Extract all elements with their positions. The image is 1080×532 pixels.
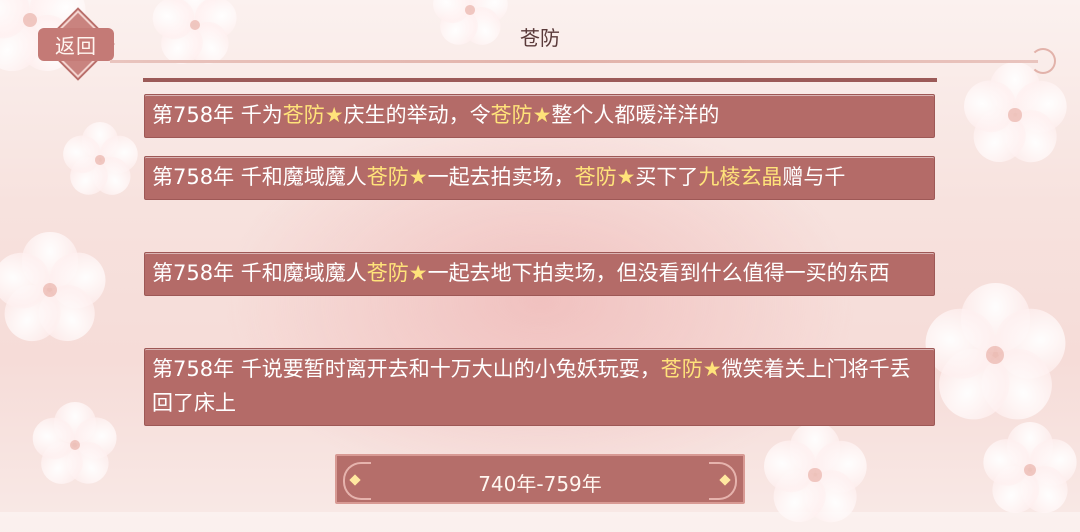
highlighted-name: 苍防 <box>574 165 617 189</box>
entry-text: 赠与千 <box>782 165 846 189</box>
entry-text: 第758年 千和魔域魔人 <box>152 261 367 285</box>
event-entry: 第758年 千和魔域魔人苍防★一起去地下拍卖场，但没看到什么值得一买的东西 <box>144 252 935 296</box>
star-icon: ★ <box>616 165 636 189</box>
highlighted-name: 苍防 <box>282 103 325 127</box>
entry-text: 第758年 千为 <box>152 103 283 127</box>
year-range-label[interactable]: 740年-759年 <box>337 468 743 497</box>
blossom-decoration <box>0 230 114 353</box>
star-icon: ★ <box>324 103 344 127</box>
entry-text: 一起去地下拍卖场，但没看到什么值得一买的东西 <box>427 261 890 285</box>
blossom-decoration <box>977 420 1080 523</box>
highlighted-name: 苍防 <box>366 261 409 285</box>
header-divider <box>110 60 1038 63</box>
list-top-border <box>143 78 937 82</box>
blossom-decoration <box>57 120 143 202</box>
blossom-decoration <box>27 400 123 492</box>
back-button[interactable]: 返回 <box>38 10 114 78</box>
swirl-ornament-icon <box>1030 48 1056 74</box>
star-icon: ★ <box>408 165 428 189</box>
star-icon: ★ <box>408 261 428 285</box>
page-title: 苍防 <box>520 26 560 50</box>
entry-text: 第758年 千说要暂时离开去和十万大山的小兔妖玩耍， <box>152 357 661 381</box>
back-button-label[interactable]: 返回 <box>38 28 114 61</box>
highlighted-name: 苍防 <box>660 357 703 381</box>
header-bar: 返回 苍防 <box>0 0 1080 80</box>
entry-text: 一起去拍卖场， <box>427 165 575 189</box>
star-icon: ★ <box>702 357 722 381</box>
highlighted-name: 苍防 <box>366 165 409 189</box>
event-log-list[interactable]: 第758年 千为苍防★庆生的举动，令苍防★整个人都暖洋洋的 第758年 千和魔域… <box>143 78 937 442</box>
event-entry: 第758年 千说要暂时离开去和十万大山的小兔妖玩耍，苍防★微笑着关上门将千丢回了… <box>144 348 935 426</box>
blossom-decoration <box>916 280 1074 434</box>
entry-text: 庆生的举动，令 <box>343 103 491 127</box>
event-entry: 第758年 千为苍防★庆生的举动，令苍防★整个人都暖洋洋的 <box>144 94 935 138</box>
entry-text: 买下了 <box>635 165 699 189</box>
star-icon: ★ <box>532 103 552 127</box>
entry-text: 第758年 千和魔域魔人 <box>152 165 367 189</box>
event-entry: 第758年 千和魔域魔人苍防★一起去拍卖场，苍防★买下了九棱玄晶赠与千 <box>144 156 935 200</box>
highlighted-name: 苍防 <box>490 103 533 127</box>
highlighted-name: 九棱玄晶 <box>698 165 783 189</box>
entry-text: 整个人都暖洋洋的 <box>551 103 720 127</box>
year-range-selector[interactable]: 740年-759年 <box>335 454 745 504</box>
